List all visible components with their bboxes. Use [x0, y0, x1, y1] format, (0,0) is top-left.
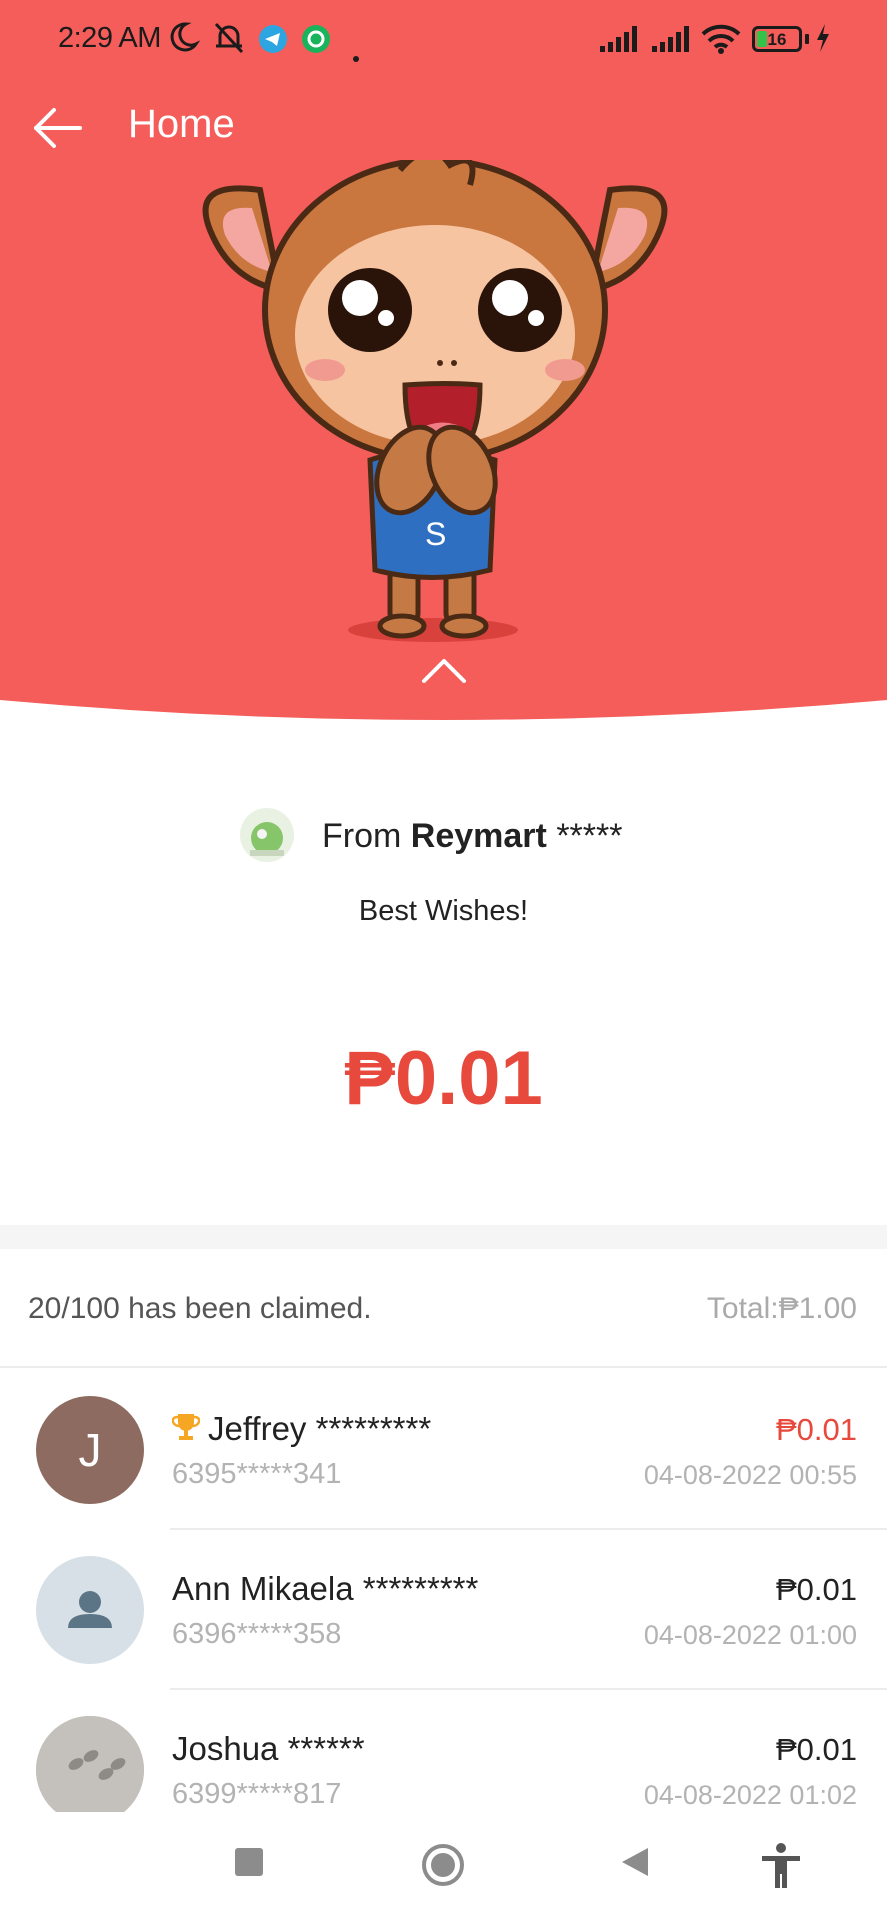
whatsapp-icon: [301, 24, 331, 61]
avatar-initial: J: [36, 1396, 144, 1504]
sender-name: Reymart: [410, 817, 547, 855]
list-item[interactable]: Ann Mikaela ********* 6396*****358 ₱0.01…: [0, 1530, 887, 1690]
claim-summary: 20/100 has been claimed. Total:₱1.00: [0, 1250, 887, 1368]
dot-icon: [352, 38, 360, 70]
sender-block: From Reymart *****: [0, 805, 887, 875]
received-amount: ₱0.01: [344, 1036, 543, 1121]
back-icon: [622, 1848, 648, 1876]
greeting-message: Best Wishes!: [358, 895, 529, 927]
page-title: Home: [128, 102, 235, 146]
svg-text:S: S: [425, 516, 446, 552]
total-amount: Total:₱1.00: [706, 1292, 857, 1325]
claim-amount: ₱0.01: [775, 1572, 857, 1607]
home-icon: [422, 1844, 464, 1886]
claim-datetime: 04-08-2022 00:55: [643, 1460, 857, 1490]
recents-button[interactable]: [232, 1842, 266, 1887]
battery-icon: 16: [752, 26, 802, 52]
list-item[interactable]: J Jeffrey ********* 6395*****341 ₱0.01 0…: [0, 1370, 887, 1530]
claimer-phone: 6395*****341: [172, 1458, 342, 1490]
claimer-phone: 6396*****358: [172, 1618, 342, 1650]
accessibility-button[interactable]: [758, 1842, 804, 1895]
section-divider: [0, 1225, 887, 1249]
arrow-left-icon: [34, 108, 82, 148]
status-time: 2:29 AM: [58, 22, 161, 54]
claim-datetime: 04-08-2022 01:02: [643, 1780, 857, 1810]
sender-name-mask: *****: [556, 817, 623, 855]
sender-avatar: [240, 808, 294, 862]
claimer-phone: 6399*****817: [172, 1778, 342, 1810]
accessibility-icon: [762, 1843, 800, 1888]
person-icon: [68, 1591, 112, 1628]
header-curve: [0, 700, 887, 730]
telegram-icon: [258, 24, 288, 61]
battery-label: 16: [767, 30, 787, 49]
monkey-mascot-illustration: S: [202, 160, 668, 642]
wifi-icon: [700, 24, 742, 61]
claimer-name: Ann Mikaela *********: [172, 1570, 479, 1607]
trophy-icon: [172, 1414, 200, 1440]
claimer-name: Joshua ******: [172, 1730, 365, 1767]
claimer-name: Jeffrey *********: [172, 1410, 431, 1448]
battery-level: [757, 31, 767, 47]
avatar: [36, 1716, 144, 1824]
photo-avatar: [36, 1716, 144, 1824]
battery-cap: [805, 34, 809, 44]
back-arrow-button[interactable]: [30, 100, 86, 156]
claimer-name-text: Jeffrey *********: [208, 1410, 432, 1447]
default-person-avatar: [36, 1556, 144, 1664]
chevron-up-icon[interactable]: [420, 655, 468, 685]
claim-datetime: 04-08-2022 01:00: [643, 1620, 857, 1650]
claim-amount: ₱0.01: [775, 1732, 857, 1767]
status-bar: 2:29 AM 16: [0, 0, 887, 80]
signal-icon: [652, 26, 692, 59]
avatar: J: [36, 1396, 144, 1504]
signal-icon: [600, 26, 640, 59]
sender-prefix: From: [322, 817, 402, 855]
bell-off-icon: [210, 20, 250, 63]
header-banner: 2:29 AM 16 Home S: [0, 0, 887, 730]
system-nav-bar: [0, 1812, 887, 1920]
home-button[interactable]: [420, 1842, 466, 1893]
sender-line: From Reymart *****: [322, 817, 622, 856]
claimed-count: 20/100 has been claimed.: [28, 1292, 372, 1325]
moon-icon: [166, 20, 201, 61]
claim-amount: ₱0.01: [775, 1412, 857, 1447]
bolt-icon: [814, 22, 832, 61]
recents-icon: [235, 1848, 263, 1876]
avatar: [36, 1556, 144, 1664]
back-button[interactable]: [618, 1842, 652, 1887]
